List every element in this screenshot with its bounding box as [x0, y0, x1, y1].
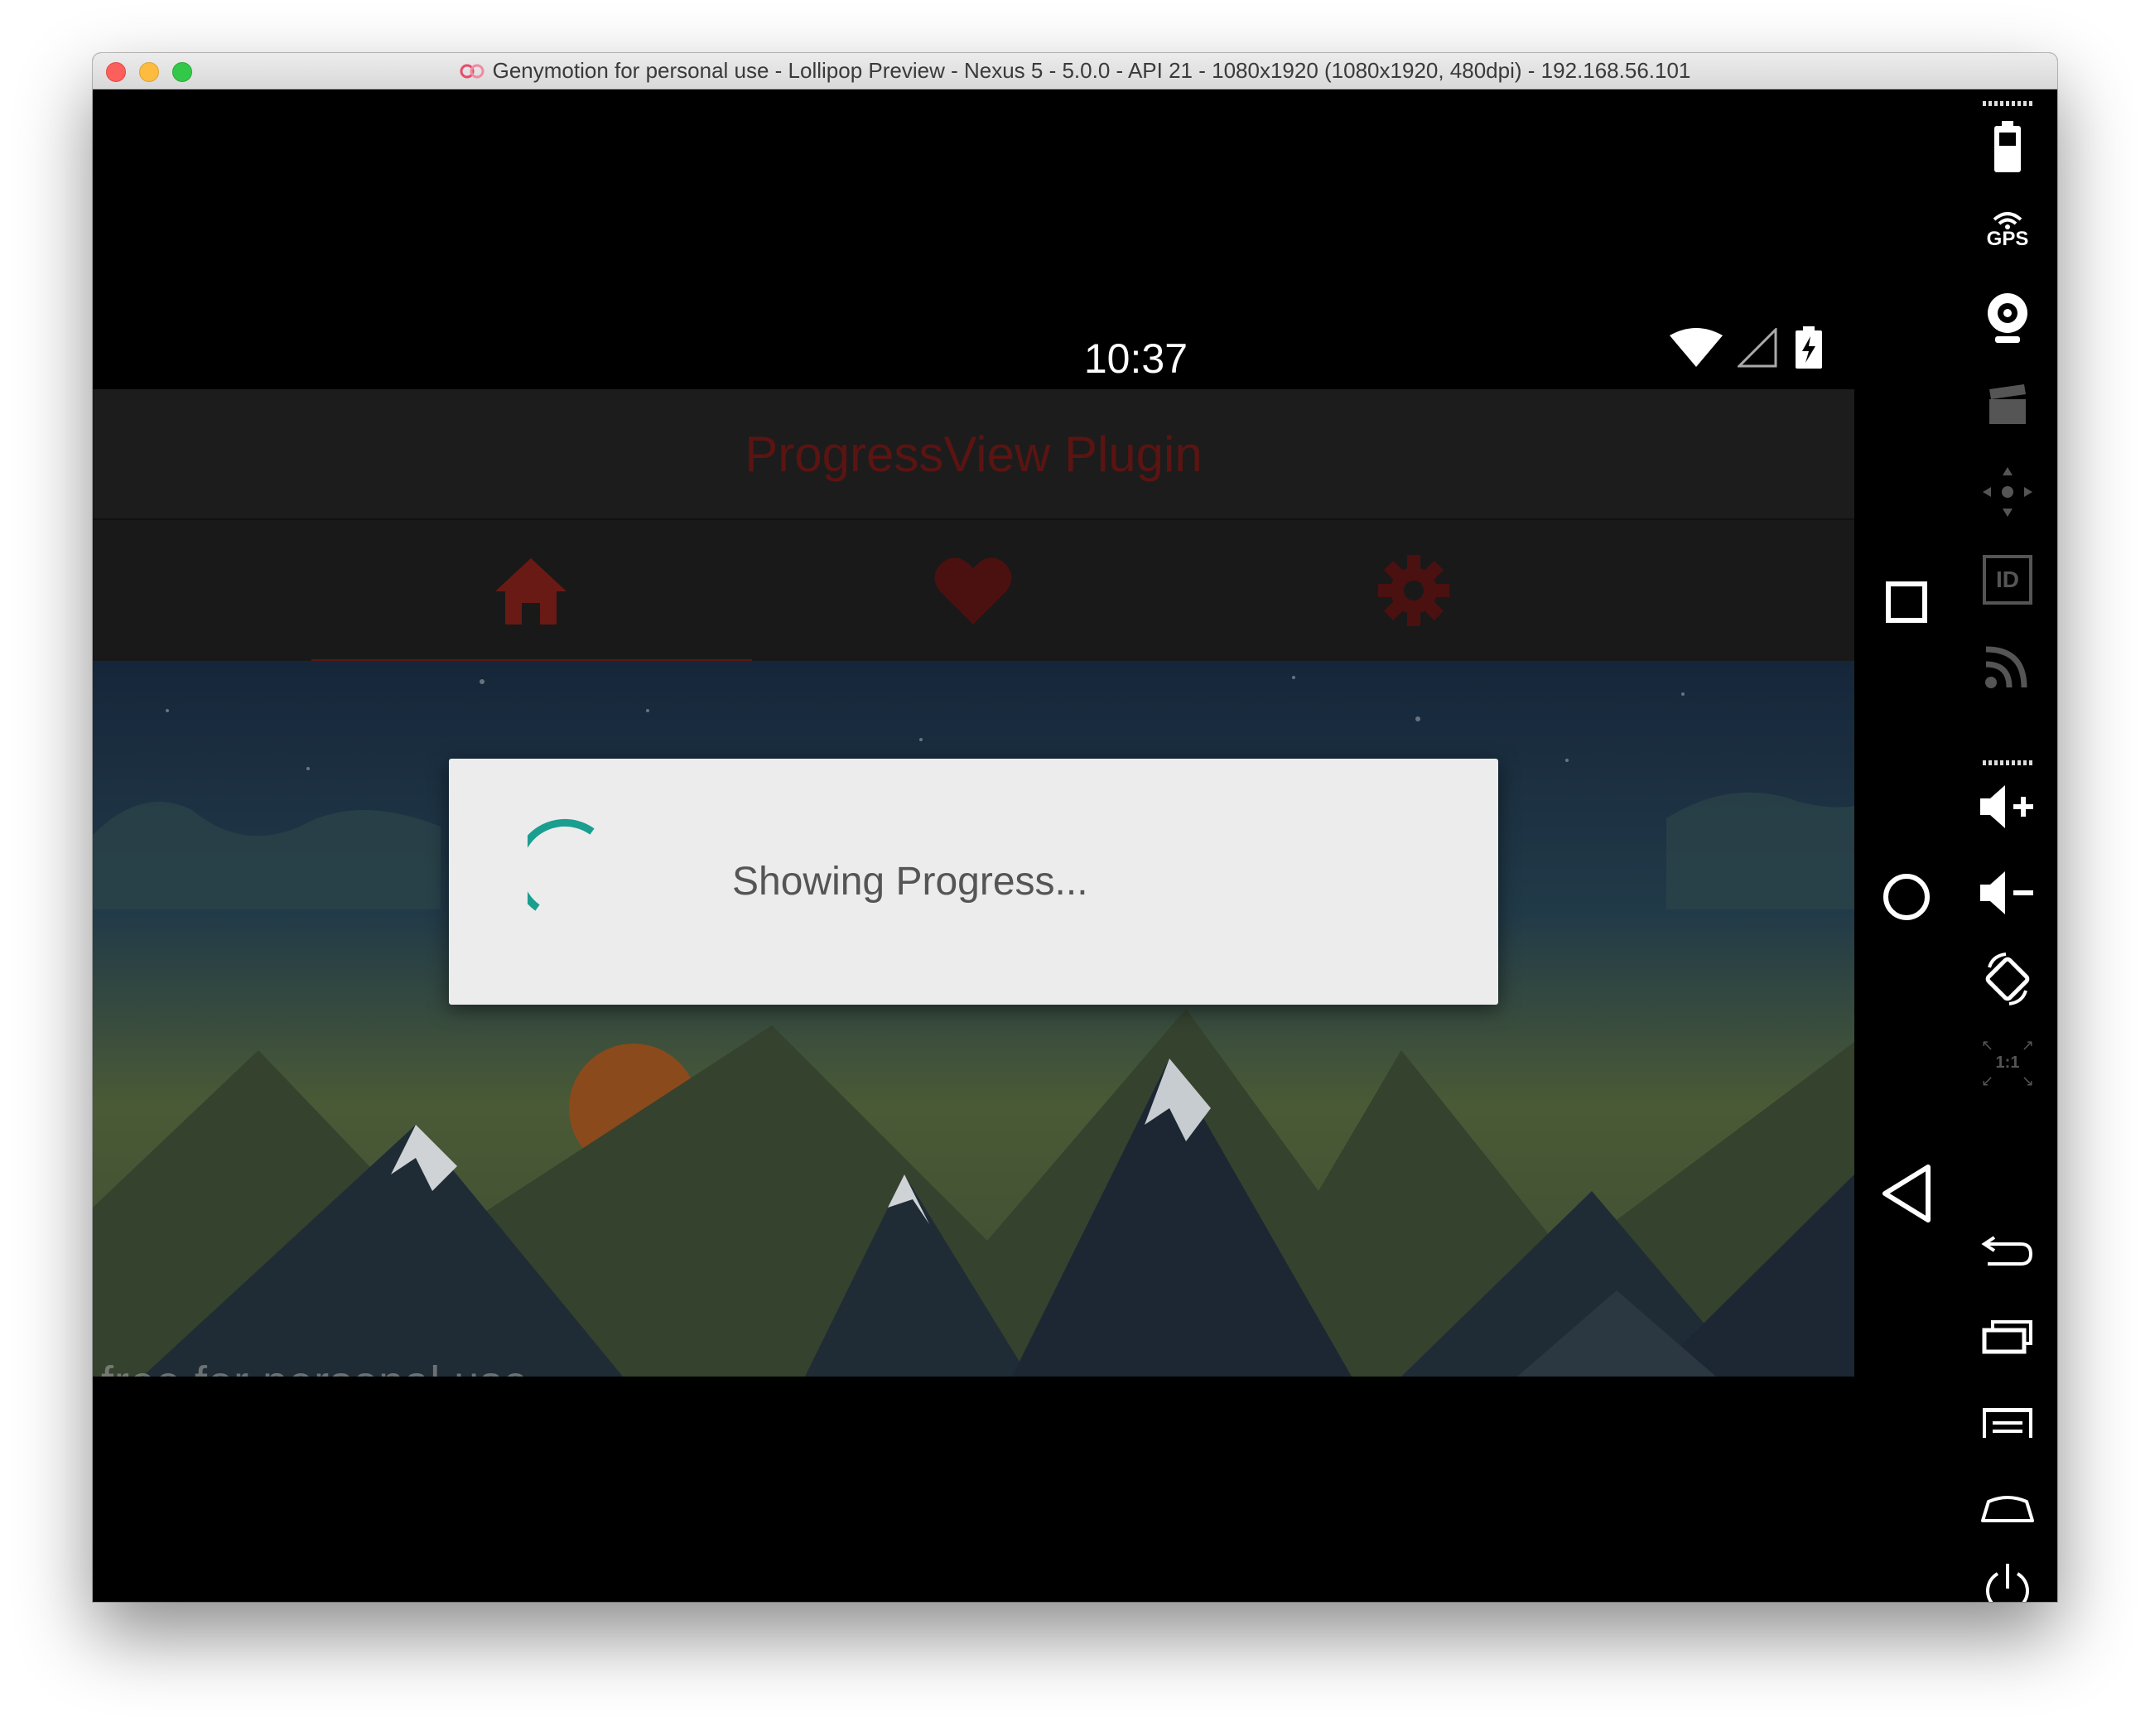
- square-icon: [1886, 581, 1927, 623]
- device-id-icon: ID: [1983, 555, 2032, 605]
- genymotion-logo-icon: [460, 64, 484, 78]
- signal-arcs-icon: [1993, 212, 2022, 229]
- heart-icon: [934, 557, 1012, 624]
- tab-favorites[interactable]: [754, 520, 1193, 661]
- gps-label: GPS: [1986, 228, 2029, 250]
- genymotion-toolbar: GPS ID ↖ ↗ ↙ ↘ 1:1: [1958, 89, 2057, 1602]
- power-icon: [1986, 1564, 2029, 1602]
- toolbar-grip: [1983, 101, 2032, 106]
- recent-apps-button[interactable]: [1958, 1304, 2057, 1370]
- watermark-text: free for personal use: [101, 1357, 528, 1377]
- battery-charging-icon: [1796, 326, 1822, 369]
- gps-widget-button[interactable]: GPS: [1958, 197, 2057, 263]
- recent-apps-icon: [1982, 1320, 2032, 1354]
- menu-icon: [1983, 1408, 2032, 1438]
- volume-up-icon: [1980, 785, 2033, 828]
- status-icons: [1670, 326, 1825, 369]
- android-back-button[interactable]: [1958, 1216, 2057, 1282]
- rss-icon: [1985, 646, 2027, 688]
- power-button[interactable]: [1958, 1555, 2057, 1602]
- title-bar: Genymotion for personal use - Lollipop P…: [93, 53, 2057, 89]
- remote-control-widget-button[interactable]: [1958, 459, 2057, 525]
- app-title: ProgressView Plugin: [745, 426, 1203, 482]
- back-button[interactable]: [1878, 1165, 1935, 1222]
- genymotion-window: Genymotion for personal use - Lollipop P…: [93, 53, 2057, 1602]
- home-icon: [495, 558, 566, 624]
- pixel-perfect-icon: ↖ ↗ ↙ ↘ 1:1: [1981, 1037, 2034, 1089]
- webcam-widget-button[interactable]: [1958, 285, 2057, 351]
- rotate-icon: [1985, 952, 2030, 1005]
- rss-widget-button[interactable]: [1958, 633, 2057, 699]
- window-title: Genymotion for personal use - Lollipop P…: [492, 58, 1691, 83]
- android-nav-bar: [1854, 89, 1958, 1602]
- cell-signal-icon: [1738, 328, 1777, 368]
- capture-widget-button[interactable]: [1958, 371, 2057, 437]
- pixel-perfect-button[interactable]: ↖ ↗ ↙ ↘ 1:1: [1958, 1030, 2057, 1097]
- dpad-icon: [1983, 467, 2032, 517]
- home-outline-icon: [1981, 1496, 2034, 1522]
- progress-message: Showing Progress...: [732, 860, 1088, 904]
- battery-widget-button[interactable]: [1958, 114, 2057, 181]
- volume-up-button[interactable]: [1958, 774, 2057, 840]
- toolbar-grip: [1983, 760, 2032, 765]
- status-time: 10:37: [1083, 335, 1188, 382]
- tab-home[interactable]: [311, 520, 750, 661]
- volume-down-button[interactable]: [1958, 860, 2057, 926]
- progress-spinner-icon: [528, 818, 595, 911]
- progress-dialog: Showing Progress...: [449, 759, 1498, 1005]
- volume-down-icon: [1980, 871, 2033, 914]
- device-id-widget-button[interactable]: ID: [1958, 547, 2057, 613]
- recents-button[interactable]: [1878, 573, 1935, 631]
- gear-icon: [1378, 555, 1449, 626]
- battery-icon: [1994, 121, 2021, 172]
- tab-settings[interactable]: [1194, 520, 1633, 661]
- triangle-back-icon: [1882, 1165, 1931, 1222]
- tab-bar: [93, 520, 1854, 661]
- menu-button[interactable]: [1958, 1390, 2057, 1456]
- gps-icon: GPS: [1986, 211, 2029, 250]
- circle-icon: [1883, 874, 1930, 920]
- android-home-button[interactable]: [1958, 1476, 2057, 1542]
- rotate-button[interactable]: [1958, 946, 2057, 1012]
- back-arrow-icon: [1981, 1236, 2033, 1266]
- clapperboard-icon: [1989, 384, 2026, 424]
- home-button[interactable]: [1878, 868, 1935, 926]
- webcam-icon: [1988, 293, 2027, 343]
- pixel-perfect-label: 1:1: [1995, 1054, 2020, 1072]
- wifi-icon: [1670, 328, 1723, 367]
- app-bar: ProgressView Plugin: [93, 389, 1854, 520]
